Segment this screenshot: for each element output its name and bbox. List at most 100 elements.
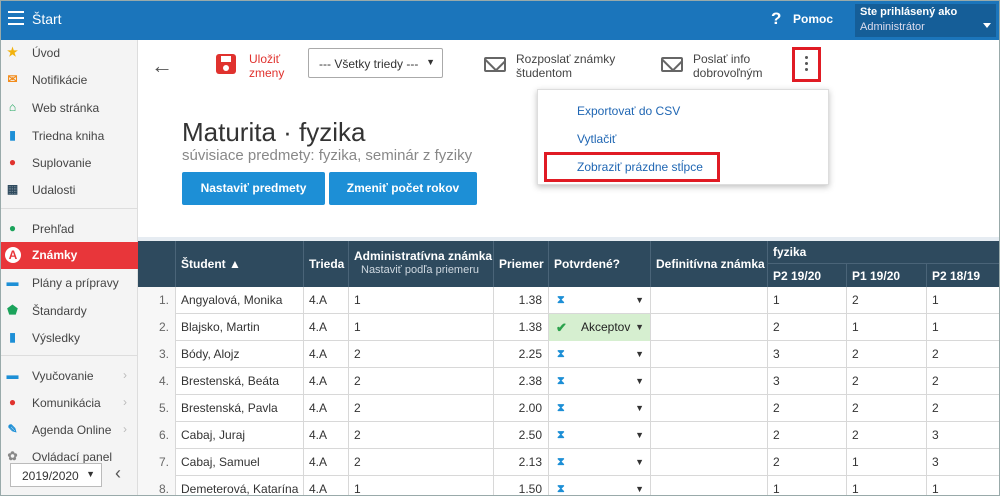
grade-period-3[interactable]: 2	[927, 395, 999, 422]
final-grade-input[interactable]	[651, 422, 768, 449]
sidebar-item-6[interactable]: ▦ Udalosti	[1, 177, 138, 204]
grade-period-2[interactable]: 2	[847, 341, 927, 368]
student-name[interactable]: Brestenská, Pavla	[176, 395, 304, 422]
grade-period-2[interactable]: 2	[847, 368, 927, 395]
grade-period-1[interactable]: 2	[768, 395, 847, 422]
question-mark-icon[interactable]: ?	[771, 9, 781, 29]
student-name[interactable]: Blajsko, Martin	[176, 314, 304, 341]
back-arrow-icon[interactable]: ←	[151, 53, 173, 79]
grade-period-1[interactable]: 3	[768, 341, 847, 368]
grade-period-1[interactable]: 1	[768, 476, 847, 495]
confirmed-select[interactable]: ✔ Akceptov ▼	[549, 314, 651, 341]
grade-period-2[interactable]: 1	[847, 314, 927, 341]
sidebar-item-10[interactable]: ⬟ Štandardy	[1, 298, 138, 325]
confirmed-select[interactable]: ⧗ ▼	[549, 368, 651, 395]
admin-grade-input[interactable]: 2	[349, 395, 494, 422]
grade-period-2[interactable]: 2	[847, 287, 927, 314]
final-grade-input[interactable]	[651, 449, 768, 476]
header-student[interactable]: Študent ▲	[176, 241, 304, 287]
grade-period-2[interactable]: 2	[847, 395, 927, 422]
floppy-disk-icon[interactable]	[216, 54, 236, 74]
admin-grade-input[interactable]: 2	[349, 449, 494, 476]
sidebar-item-2[interactable]: ✉ Notifikácie	[1, 67, 138, 94]
grade-period-1[interactable]: 1	[768, 287, 847, 314]
confirmed-select[interactable]: ⧗ ▼	[549, 476, 651, 495]
admin-grade-input[interactable]: 1	[349, 287, 494, 314]
grade-period-3[interactable]: 3	[927, 449, 999, 476]
grade-period-2[interactable]: 1	[847, 449, 927, 476]
final-grade-input[interactable]	[651, 341, 768, 368]
student-name[interactable]: Cabaj, Samuel	[176, 449, 304, 476]
menu-print[interactable]: Vytlačiť	[577, 132, 616, 146]
school-year-select[interactable]: 2019/2020 ▼	[10, 463, 102, 487]
student-name[interactable]: Demeterová, Katarína	[176, 476, 304, 495]
student-name[interactable]: Angyalová, Monika	[176, 287, 304, 314]
final-grade-input[interactable]	[651, 287, 768, 314]
confirmed-select[interactable]: ⧗ ▼	[549, 287, 651, 314]
app-title[interactable]: Štart	[32, 11, 62, 27]
collapse-sidebar-icon[interactable]: ‹	[115, 463, 121, 484]
header-period-3[interactable]: P2 18/19	[927, 263, 999, 287]
student-name[interactable]: Cabaj, Juraj	[176, 422, 304, 449]
change-years-button[interactable]: Zmeniť počet rokov	[329, 172, 477, 205]
sidebar-item-11[interactable]: ▮ Výsledky	[1, 325, 138, 352]
help-link[interactable]: Pomoc	[793, 12, 833, 26]
sidebar-item-12[interactable]: ▬ Vyučovanie ›	[1, 363, 138, 390]
sidebar-item-4[interactable]: ▮ Triedna kniha	[1, 123, 138, 150]
grade-period-3[interactable]: 1	[927, 476, 999, 495]
envelope-icon[interactable]	[661, 57, 683, 72]
header-period-2[interactable]: P1 19/20	[847, 263, 927, 287]
grade-period-2[interactable]: 1	[847, 476, 927, 495]
sidebar-item-7[interactable]: ● Prehľad	[1, 216, 138, 243]
set-by-average-link[interactable]: Nastaviť podľa priemeru	[361, 264, 479, 276]
sidebar-item-3[interactable]: ⌂ Web stránka	[1, 95, 138, 122]
grade-period-1[interactable]: 2	[768, 422, 847, 449]
hamburger-menu-icon[interactable]	[8, 11, 24, 25]
grade-period-3[interactable]: 2	[927, 368, 999, 395]
final-grade-input[interactable]	[651, 314, 768, 341]
grade-period-2[interactable]: 2	[847, 422, 927, 449]
header-average[interactable]: Priemer	[494, 241, 549, 287]
admin-grade-input[interactable]: 2	[349, 368, 494, 395]
envelope-icon[interactable]	[484, 57, 506, 72]
more-options-button[interactable]	[792, 47, 821, 82]
header-confirmed[interactable]: Potvrdené?	[549, 241, 651, 287]
admin-grade-input[interactable]: 1	[349, 314, 494, 341]
header-class[interactable]: Trieda	[304, 241, 349, 287]
confirmed-select[interactable]: ⧗ ▼	[549, 422, 651, 449]
user-menu[interactable]: Ste prihlásený ako Administrátor	[855, 4, 996, 37]
grade-period-3[interactable]: 3	[927, 422, 999, 449]
grade-period-3[interactable]: 1	[927, 314, 999, 341]
sidebar-item-13[interactable]: ● Komunikácia ›	[1, 390, 138, 417]
header-admin-grade[interactable]: Administratívna známka Nastaviť podľa pr…	[349, 241, 494, 287]
sidebar-item-8[interactable]: A Známky	[1, 242, 138, 269]
final-grade-input[interactable]	[651, 368, 768, 395]
header-final-grade[interactable]: Definitívna známka	[651, 241, 768, 287]
grade-period-1[interactable]: 2	[768, 449, 847, 476]
admin-grade-input[interactable]: 2	[349, 422, 494, 449]
header-period-1[interactable]: P2 19/20	[768, 263, 847, 287]
send-grades-button[interactable]: Rozposlať známky študentom	[516, 52, 615, 80]
menu-export-csv[interactable]: Exportovať do CSV	[577, 104, 680, 118]
grade-period-1[interactable]: 3	[768, 368, 847, 395]
send-info-button[interactable]: Poslať info dobrovoľným	[693, 52, 763, 80]
sidebar-item-14[interactable]: ✎ Agenda Online ›	[1, 417, 138, 444]
grade-period-3[interactable]: 1	[927, 287, 999, 314]
set-subjects-button[interactable]: Nastaviť predmety	[182, 172, 325, 205]
final-grade-input[interactable]	[651, 476, 768, 495]
grade-period-3[interactable]: 2	[927, 341, 999, 368]
student-name[interactable]: Brestenská, Beáta	[176, 368, 304, 395]
sidebar-item-1[interactable]: ★ Úvod	[1, 40, 138, 67]
grade-period-1[interactable]: 2	[768, 314, 847, 341]
student-name[interactable]: Bódy, Alojz	[176, 341, 304, 368]
confirmed-select[interactable]: ⧗ ▼	[549, 395, 651, 422]
class-filter-select[interactable]: --- Všetky triedy --- ▼	[308, 48, 443, 78]
admin-grade-input[interactable]: 1	[349, 476, 494, 495]
confirmed-select[interactable]: ⧗ ▼	[549, 341, 651, 368]
sidebar-item-5[interactable]: ● Suplovanie	[1, 150, 138, 177]
admin-grade-input[interactable]: 2	[349, 341, 494, 368]
sidebar-item-9[interactable]: ▬ Plány a prípravy	[1, 270, 138, 297]
confirmed-select[interactable]: ⧗ ▼	[549, 449, 651, 476]
save-changes-button[interactable]: Uložiť zmeny	[249, 52, 284, 80]
final-grade-input[interactable]	[651, 395, 768, 422]
